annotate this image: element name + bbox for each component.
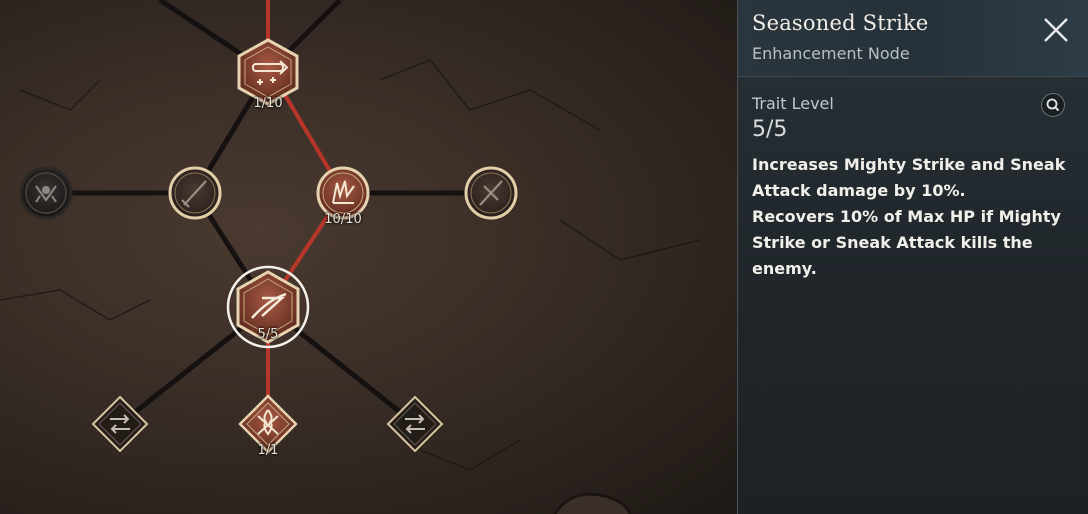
node-left-sword[interactable] <box>168 166 222 220</box>
node-top-enhance[interactable] <box>237 38 299 106</box>
node-right-sword[interactable] <box>464 166 518 220</box>
magnifier-icon <box>1046 98 1060 112</box>
node-level-bottom-flame: 1/1 <box>257 443 279 458</box>
bottom-edge-ornament <box>553 492 632 514</box>
panel-subtitle: Enhancement Node <box>752 44 910 63</box>
node-far-left-locked[interactable] <box>19 166 73 220</box>
panel-header: Seasoned Strike Enhancement Node <box>738 0 1088 77</box>
trait-detail-panel: Seasoned Strike Enhancement Node Trait L… <box>737 0 1088 514</box>
trait-level-value: 5/5 <box>752 117 788 142</box>
close-button[interactable] <box>1038 12 1074 48</box>
trait-description: Increases Mighty Strike and Sneak Attack… <box>752 155 1066 278</box>
node-level-top-enhance: 1/10 <box>253 96 283 111</box>
node-level-mid-claw: 10/10 <box>324 212 362 227</box>
panel-title: Seasoned Strike <box>752 11 929 35</box>
node-bottom-right-swap[interactable] <box>386 395 444 453</box>
skill-tree-area: 1/10 10/10 5/5 1/1 <box>0 0 737 514</box>
skill-tree-canvas <box>0 0 701 514</box>
background-cracks <box>0 59 701 471</box>
node-bottom-left-swap[interactable] <box>91 395 149 453</box>
close-icon <box>1044 18 1068 42</box>
node-level-seasoned-strike: 5/5 <box>257 327 279 342</box>
node-mid-claw[interactable] <box>316 166 370 220</box>
zoom-button[interactable] <box>1041 93 1065 117</box>
trait-level-label: Trait Level <box>752 94 834 113</box>
